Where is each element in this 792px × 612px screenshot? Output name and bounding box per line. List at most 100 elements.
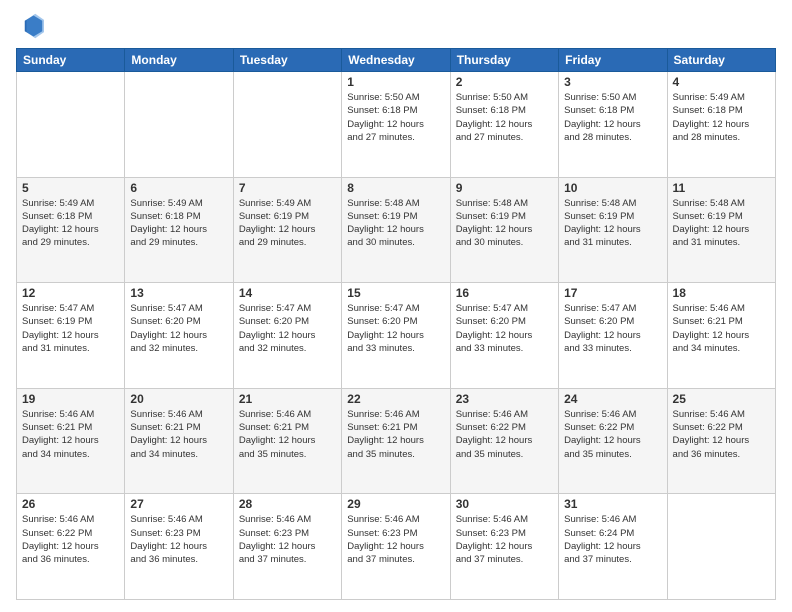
day-number: 12 xyxy=(22,286,119,300)
day-info: Sunrise: 5:49 AM Sunset: 6:18 PM Dayligh… xyxy=(130,197,227,250)
day-number: 15 xyxy=(347,286,444,300)
weekday-header-friday: Friday xyxy=(559,49,667,72)
day-info: Sunrise: 5:48 AM Sunset: 6:19 PM Dayligh… xyxy=(564,197,661,250)
calendar-cell: 20 Sunrise: 5:46 AM Sunset: 6:21 PM Dayli… xyxy=(125,388,233,494)
day-info: Sunrise: 5:46 AM Sunset: 6:22 PM Dayligh… xyxy=(22,513,119,566)
day-number: 2 xyxy=(456,75,553,89)
day-info: Sunrise: 5:46 AM Sunset: 6:22 PM Dayligh… xyxy=(673,408,770,461)
day-info: Sunrise: 5:49 AM Sunset: 6:18 PM Dayligh… xyxy=(22,197,119,250)
calendar-cell: 30 Sunrise: 5:46 AM Sunset: 6:23 PM Dayli… xyxy=(450,494,558,600)
day-number: 7 xyxy=(239,181,336,195)
calendar-cell: 22 Sunrise: 5:46 AM Sunset: 6:21 PM Dayli… xyxy=(342,388,450,494)
calendar-week-row: 19 Sunrise: 5:46 AM Sunset: 6:21 PM Dayli… xyxy=(17,388,776,494)
calendar-cell: 18 Sunrise: 5:46 AM Sunset: 6:21 PM Dayli… xyxy=(667,283,775,389)
calendar-cell: 3Sunrise: 5:50 AM Sunset: 6:18 PM Daylig… xyxy=(559,72,667,178)
day-number: 31 xyxy=(564,497,661,511)
day-info: Sunrise: 5:46 AM Sunset: 6:21 PM Dayligh… xyxy=(673,302,770,355)
day-number: 5 xyxy=(22,181,119,195)
day-number: 9 xyxy=(456,181,553,195)
day-info: Sunrise: 5:47 AM Sunset: 6:20 PM Dayligh… xyxy=(239,302,336,355)
day-info: Sunrise: 5:46 AM Sunset: 6:21 PM Dayligh… xyxy=(22,408,119,461)
calendar-cell: 4Sunrise: 5:49 AM Sunset: 6:18 PM Daylig… xyxy=(667,72,775,178)
calendar-table: SundayMondayTuesdayWednesdayThursdayFrid… xyxy=(16,48,776,600)
calendar-cell: 10 Sunrise: 5:48 AM Sunset: 6:19 PM Dayli… xyxy=(559,177,667,283)
calendar-cell: 27Sunrise: 5:46 AM Sunset: 6:23 PM Dayli… xyxy=(125,494,233,600)
calendar-cell: 19 Sunrise: 5:46 AM Sunset: 6:21 PM Dayli… xyxy=(17,388,125,494)
weekday-header-sunday: Sunday xyxy=(17,49,125,72)
day-number: 23 xyxy=(456,392,553,406)
day-info: Sunrise: 5:46 AM Sunset: 6:21 PM Dayligh… xyxy=(347,408,444,461)
calendar-week-row: 12 Sunrise: 5:47 AM Sunset: 6:19 PM Dayli… xyxy=(17,283,776,389)
calendar-cell: 7 Sunrise: 5:49 AM Sunset: 6:19 PM Daylig… xyxy=(233,177,341,283)
day-number: 29 xyxy=(347,497,444,511)
day-number: 11 xyxy=(673,181,770,195)
day-info: Sunrise: 5:46 AM Sunset: 6:23 PM Dayligh… xyxy=(239,513,336,566)
day-number: 26 xyxy=(22,497,119,511)
day-number: 19 xyxy=(22,392,119,406)
calendar-cell: 25 Sunrise: 5:46 AM Sunset: 6:22 PM Dayli… xyxy=(667,388,775,494)
weekday-header-tuesday: Tuesday xyxy=(233,49,341,72)
day-number: 28 xyxy=(239,497,336,511)
calendar-cell: 8 Sunrise: 5:48 AM Sunset: 6:19 PM Daylig… xyxy=(342,177,450,283)
day-info: Sunrise: 5:47 AM Sunset: 6:19 PM Dayligh… xyxy=(22,302,119,355)
day-number: 17 xyxy=(564,286,661,300)
day-info: Sunrise: 5:48 AM Sunset: 6:19 PM Dayligh… xyxy=(347,197,444,250)
calendar-week-row: 1 Sunrise: 5:50 AM Sunset: 6:18 PM Daylig… xyxy=(17,72,776,178)
day-info: Sunrise: 5:47 AM Sunset: 6:20 PM Dayligh… xyxy=(456,302,553,355)
calendar-cell: 11Sunrise: 5:48 AM Sunset: 6:19 PM Dayli… xyxy=(667,177,775,283)
logo-icon xyxy=(16,12,44,40)
calendar-cell xyxy=(233,72,341,178)
calendar-cell xyxy=(17,72,125,178)
day-info: Sunrise: 5:47 AM Sunset: 6:20 PM Dayligh… xyxy=(564,302,661,355)
day-info: Sunrise: 5:50 AM Sunset: 6:18 PM Dayligh… xyxy=(347,91,444,144)
weekday-header-monday: Monday xyxy=(125,49,233,72)
calendar-cell: 28 Sunrise: 5:46 AM Sunset: 6:23 PM Dayli… xyxy=(233,494,341,600)
day-number: 22 xyxy=(347,392,444,406)
calendar-cell: 31 Sunrise: 5:46 AM Sunset: 6:24 PM Dayli… xyxy=(559,494,667,600)
calendar-cell: 6 Sunrise: 5:49 AM Sunset: 6:18 PM Daylig… xyxy=(125,177,233,283)
day-info: Sunrise: 5:50 AM Sunset: 6:18 PM Dayligh… xyxy=(564,91,661,144)
day-number: 24 xyxy=(564,392,661,406)
day-number: 18 xyxy=(673,286,770,300)
day-number: 21 xyxy=(239,392,336,406)
day-number: 13 xyxy=(130,286,227,300)
calendar-cell: 23Sunrise: 5:46 AM Sunset: 6:22 PM Dayli… xyxy=(450,388,558,494)
day-number: 10 xyxy=(564,181,661,195)
day-number: 1 xyxy=(347,75,444,89)
calendar-cell: 16 Sunrise: 5:47 AM Sunset: 6:20 PM Dayli… xyxy=(450,283,558,389)
day-number: 20 xyxy=(130,392,227,406)
day-info: Sunrise: 5:48 AM Sunset: 6:19 PM Dayligh… xyxy=(456,197,553,250)
day-info: Sunrise: 5:46 AM Sunset: 6:23 PM Dayligh… xyxy=(347,513,444,566)
day-info: Sunrise: 5:47 AM Sunset: 6:20 PM Dayligh… xyxy=(130,302,227,355)
day-info: Sunrise: 5:46 AM Sunset: 6:21 PM Dayligh… xyxy=(239,408,336,461)
day-info: Sunrise: 5:46 AM Sunset: 6:21 PM Dayligh… xyxy=(130,408,227,461)
calendar-cell: 1 Sunrise: 5:50 AM Sunset: 6:18 PM Daylig… xyxy=(342,72,450,178)
calendar-cell xyxy=(125,72,233,178)
day-info: Sunrise: 5:49 AM Sunset: 6:18 PM Dayligh… xyxy=(673,91,770,144)
calendar-cell: 24 Sunrise: 5:46 AM Sunset: 6:22 PM Dayli… xyxy=(559,388,667,494)
day-number: 8 xyxy=(347,181,444,195)
logo xyxy=(16,12,48,40)
day-number: 14 xyxy=(239,286,336,300)
calendar-cell: 2 Sunrise: 5:50 AM Sunset: 6:18 PM Daylig… xyxy=(450,72,558,178)
calendar-cell: 21 Sunrise: 5:46 AM Sunset: 6:21 PM Dayli… xyxy=(233,388,341,494)
calendar-cell: 26 Sunrise: 5:46 AM Sunset: 6:22 PM Dayli… xyxy=(17,494,125,600)
day-info: Sunrise: 5:49 AM Sunset: 6:19 PM Dayligh… xyxy=(239,197,336,250)
weekday-header-row: SundayMondayTuesdayWednesdayThursdayFrid… xyxy=(17,49,776,72)
calendar-cell: 15 Sunrise: 5:47 AM Sunset: 6:20 PM Dayli… xyxy=(342,283,450,389)
calendar-cell: 12 Sunrise: 5:47 AM Sunset: 6:19 PM Dayli… xyxy=(17,283,125,389)
day-number: 6 xyxy=(130,181,227,195)
day-number: 30 xyxy=(456,497,553,511)
page-header xyxy=(16,12,776,40)
day-info: Sunrise: 5:46 AM Sunset: 6:23 PM Dayligh… xyxy=(456,513,553,566)
day-info: Sunrise: 5:47 AM Sunset: 6:20 PM Dayligh… xyxy=(347,302,444,355)
day-info: Sunrise: 5:46 AM Sunset: 6:24 PM Dayligh… xyxy=(564,513,661,566)
calendar-cell: 14 Sunrise: 5:47 AM Sunset: 6:20 PM Dayli… xyxy=(233,283,341,389)
day-number: 16 xyxy=(456,286,553,300)
day-info: Sunrise: 5:46 AM Sunset: 6:22 PM Dayligh… xyxy=(564,408,661,461)
calendar-cell xyxy=(667,494,775,600)
day-number: 27 xyxy=(130,497,227,511)
calendar-cell: 9 Sunrise: 5:48 AM Sunset: 6:19 PM Daylig… xyxy=(450,177,558,283)
day-number: 25 xyxy=(673,392,770,406)
day-info: Sunrise: 5:50 AM Sunset: 6:18 PM Dayligh… xyxy=(456,91,553,144)
